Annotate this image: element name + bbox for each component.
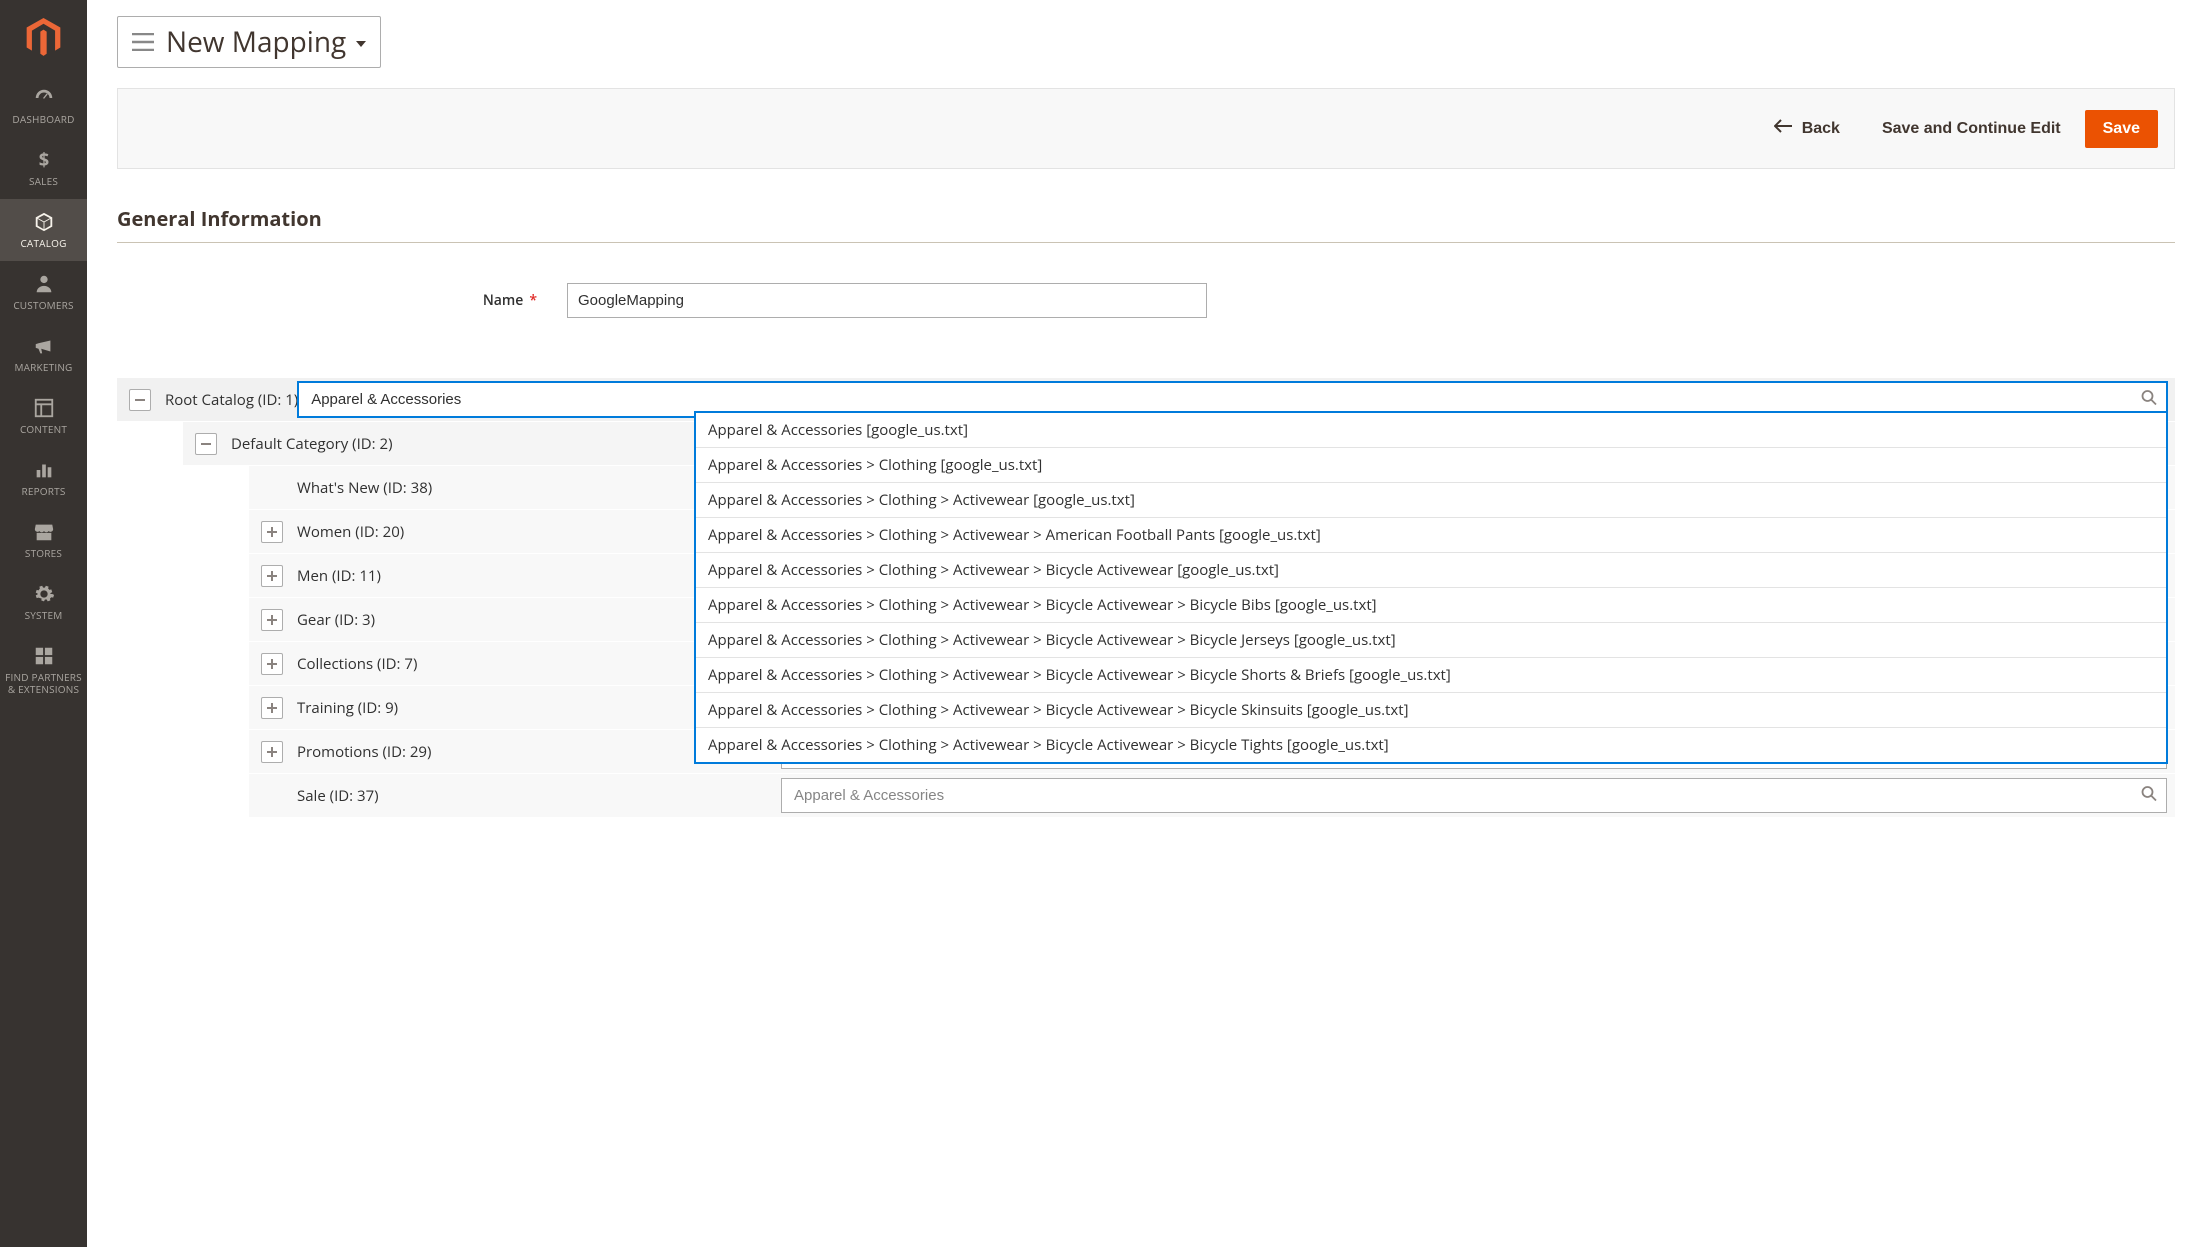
save-continue-button[interactable]: Save and Continue Edit [1864,110,2079,148]
nav-blocks[interactable]: FIND PARTNERS & EXTENSIONS [0,633,87,707]
tree-label-default: Default Category (ID: 2) [231,434,393,454]
back-button[interactable]: Back [1756,109,1858,148]
action-bar: Back Save and Continue Edit Save [117,88,2175,169]
dropdown-item[interactable]: Apparel & Accessories > Clothing [google… [696,448,2166,483]
tree-label: Training (ID: 9) [297,698,398,718]
caret-down-icon [356,33,366,52]
dropdown-item[interactable]: Apparel & Accessories > Clothing > Activ… [696,623,2166,658]
dropdown-item[interactable]: Apparel & Accessories [google_us.txt] [696,413,2166,448]
name-field-row: Name* [117,283,2175,318]
dropdown-item[interactable]: Apparel & Accessories > Clothing > Activ… [696,693,2166,728]
expand-icon[interactable] [261,697,283,719]
save-button[interactable]: Save [2085,110,2158,148]
page-title: New Mapping [166,23,346,61]
store-icon [33,521,55,543]
magento-logo[interactable] [0,0,87,75]
arrow-left-icon [1774,119,1792,138]
dropdown-item[interactable]: Apparel & Accessories > Clothing > Activ… [696,658,2166,693]
layout-icon [33,397,55,419]
collapse-icon[interactable] [129,389,151,411]
svg-text:$: $ [38,149,48,171]
tree-label-root: Root Catalog (ID: 1) [165,390,298,410]
nav-cube[interactable]: CATALOG [0,199,87,261]
expand-icon[interactable] [261,741,283,763]
menu-icon [132,33,154,51]
tree-label: Men (ID: 11) [297,566,381,586]
nav-dollar[interactable]: $SALES [0,137,87,199]
collapse-icon[interactable] [195,433,217,455]
main-content: New Mapping Back Save and Continue Edit … [87,0,2205,858]
expand-icon[interactable] [261,521,283,543]
sidebar: DASHBOARD$SALESCATALOGCUSTOMERSMARKETING… [0,0,87,1247]
nav-gear[interactable]: SYSTEM [0,571,87,633]
category-tree: Root Catalog (ID: 1) Apparel & Accessori… [117,378,2175,818]
nav-megaphone[interactable]: MARKETING [0,323,87,385]
bars-icon [33,459,55,481]
blocks-icon [33,645,55,667]
category-search-input[interactable] [781,778,2167,813]
search-icon [2141,389,2157,410]
expand-icon[interactable] [261,653,283,675]
dollar-icon: $ [33,149,55,171]
tree-row: Sale (ID: 37) [249,774,2175,818]
dropdown-item[interactable]: Apparel & Accessories > Clothing > Activ… [696,588,2166,623]
tree-label: Gear (ID: 3) [297,610,375,630]
megaphone-icon [33,335,55,357]
search-icon [2141,785,2157,806]
nav-person[interactable]: CUSTOMERS [0,261,87,323]
tree-label: Women (ID: 20) [297,522,404,542]
nav-layout[interactable]: CONTENT [0,385,87,447]
page-title-dropdown[interactable]: New Mapping [117,16,381,68]
required-asterisk: * [529,291,537,310]
tree-label: Promotions (ID: 29) [297,742,431,762]
nav-dashboard[interactable]: DASHBOARD [0,75,87,137]
autocomplete-dropdown: Apparel & Accessories [google_us.txt]App… [695,412,2167,763]
cube-icon [33,211,55,233]
dropdown-item[interactable]: Apparel & Accessories > Clothing > Activ… [696,518,2166,553]
dropdown-item[interactable]: Apparel & Accessories > Clothing > Activ… [696,483,2166,518]
tree-label: What's New (ID: 38) [297,478,432,498]
nav-bars[interactable]: REPORTS [0,447,87,509]
dropdown-item[interactable]: Apparel & Accessories > Clothing > Activ… [696,553,2166,588]
expand-icon[interactable] [261,565,283,587]
name-input[interactable] [567,283,1207,318]
expand-icon[interactable] [261,609,283,631]
dashboard-icon [33,87,55,109]
name-label: Name* [117,291,567,310]
section-title: General Information [117,205,2175,243]
person-icon [33,273,55,295]
tree-label: Sale (ID: 37) [297,786,379,806]
gear-icon [33,583,55,605]
tree-label: Collections (ID: 7) [297,654,417,674]
dropdown-item[interactable]: Apparel & Accessories > Clothing > Activ… [696,728,2166,762]
nav-store[interactable]: STORES [0,509,87,571]
